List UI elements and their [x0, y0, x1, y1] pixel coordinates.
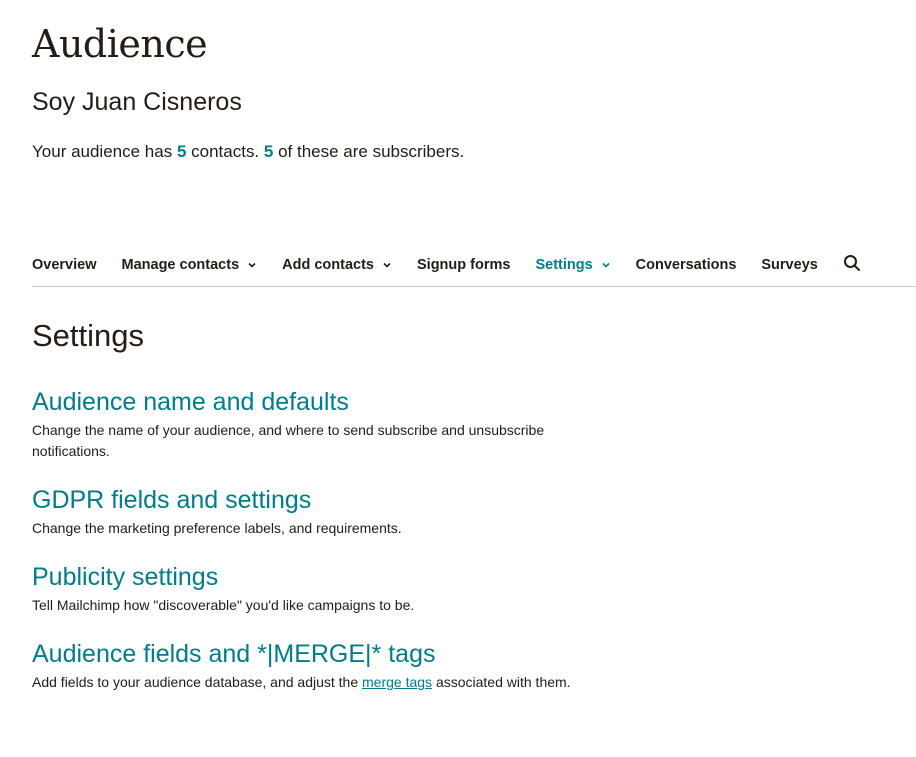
chevron-down-icon — [601, 260, 611, 270]
nav-manage-contacts[interactable]: Manage contacts — [122, 247, 258, 283]
nav-search-button[interactable] — [843, 247, 861, 283]
nav-signup-forms-label: Signup forms — [417, 257, 511, 273]
description-prefix: Add fields to your audience database, an… — [32, 674, 363, 690]
publicity-settings-link[interactable]: Publicity settings — [32, 561, 612, 594]
nav-add-contacts-label: Add contacts — [282, 257, 374, 273]
summary-prefix: Your audience has — [32, 142, 177, 161]
description-suffix: associated with them. — [432, 674, 571, 690]
audience-nav: Overview Manage contacts Add contacts Si… — [32, 247, 916, 287]
settings-list: Audience name and defaults Change the na… — [32, 386, 612, 715]
nav-surveys[interactable]: Surveys — [761, 247, 817, 283]
summary-suffix: of these are subscribers. — [273, 142, 465, 161]
setting-audience-name-defaults: Audience name and defaults Change the na… — [32, 386, 612, 462]
audience-name-defaults-link[interactable]: Audience name and defaults — [32, 386, 612, 419]
nav-manage-contacts-label: Manage contacts — [121, 257, 240, 273]
nav-conversations[interactable]: Conversations — [636, 247, 737, 283]
nav-surveys-label: Surveys — [761, 257, 818, 273]
audience-fields-merge-tags-link[interactable]: Audience fields and *|MERGE|* tags — [32, 638, 612, 671]
summary-middle: contacts. — [186, 142, 264, 161]
chevron-down-icon — [247, 260, 257, 270]
setting-description: Tell Mailchimp how "discoverable" you'd … — [32, 597, 415, 613]
setting-description: Change the marketing preference labels, … — [32, 520, 402, 536]
nav-conversations-label: Conversations — [635, 257, 737, 273]
page-title: Audience — [32, 22, 208, 66]
contacts-count: 5 — [176, 142, 187, 161]
merge-tags-link[interactable]: merge tags — [362, 674, 432, 690]
setting-description: Add fields to your audience database, an… — [32, 672, 612, 693]
setting-audience-fields-merge-tags: Audience fields and *|MERGE|* tags Add f… — [32, 638, 612, 693]
audience-settings-page: Audience Soy Juan Cisneros Your audience… — [0, 0, 916, 757]
nav-signup-forms[interactable]: Signup forms — [417, 247, 510, 283]
nav-settings[interactable]: Settings — [535, 247, 610, 283]
nav-add-contacts[interactable]: Add contacts — [282, 247, 392, 283]
nav-overview-label: Overview — [32, 257, 97, 273]
nav-overview[interactable]: Overview — [32, 247, 97, 283]
gdpr-fields-link[interactable]: GDPR fields and settings — [32, 484, 612, 517]
chevron-down-icon — [382, 260, 392, 270]
nav-settings-label: Settings — [535, 257, 593, 273]
setting-gdpr-fields: GDPR fields and settings Change the mark… — [32, 484, 612, 539]
search-icon — [843, 254, 861, 277]
subscribers-count: 5 — [263, 142, 274, 161]
audience-summary: Your audience has 5 contacts. 5 of these… — [32, 142, 464, 162]
audience-name: Soy Juan Cisneros — [32, 88, 242, 116]
setting-description: Change the name of your audience, and wh… — [32, 422, 545, 459]
settings-title: Settings — [32, 318, 145, 353]
setting-publicity: Publicity settings Tell Mailchimp how "d… — [32, 561, 612, 616]
